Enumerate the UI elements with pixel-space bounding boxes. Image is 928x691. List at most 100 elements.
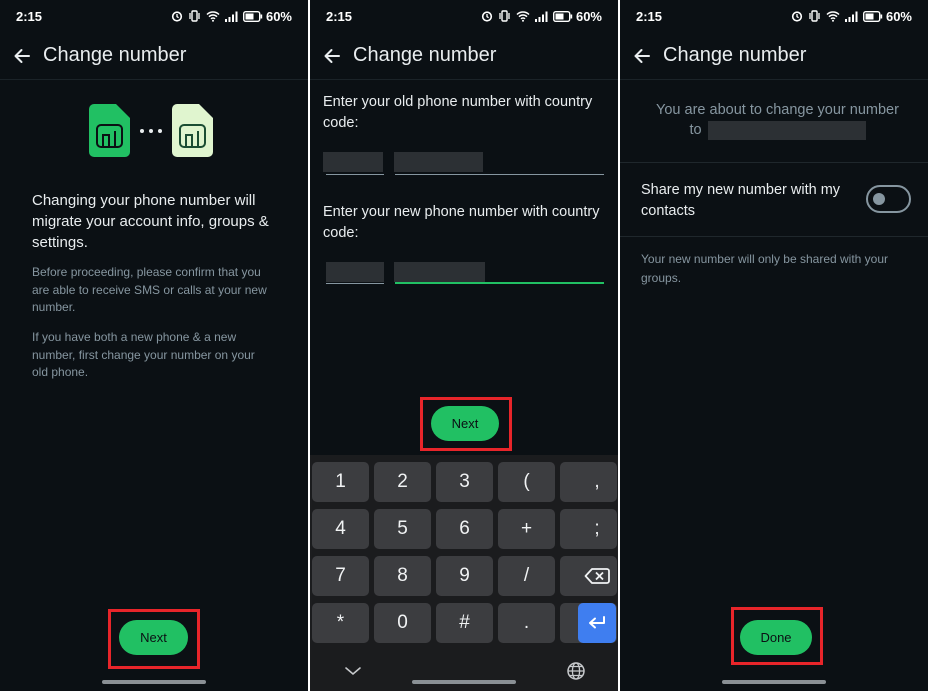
status-time: 2:15	[636, 8, 663, 24]
change-summary: You are about to change your number to	[650, 100, 905, 140]
redacted-value	[394, 262, 485, 282]
keyboard-collapse-icon[interactable]	[344, 666, 362, 676]
field-underline-focused	[395, 282, 604, 284]
old-number-label: Enter your old phone number with country…	[323, 94, 593, 131]
key-semicolon[interactable]: ;	[578, 509, 616, 549]
key-period[interactable]: .	[498, 603, 555, 643]
field-underline	[326, 174, 384, 175]
page-title: Change number	[663, 44, 807, 66]
gesture-nav-bar[interactable]	[412, 680, 516, 684]
key-slash[interactable]: /	[498, 556, 555, 596]
battery-icon	[552, 10, 573, 22]
battery-level: 60%	[575, 8, 602, 24]
page-title: Change number	[43, 44, 187, 66]
enter-key[interactable]	[578, 603, 616, 643]
status-icons: 60%	[481, 9, 602, 24]
share-number-label: Share my new number with my contacts	[641, 182, 841, 219]
signal-icon	[844, 11, 858, 22]
divider	[620, 162, 928, 163]
screen-confirm-change: 2:15 60% Change number You are about to …	[620, 0, 928, 691]
key-7[interactable]: 7	[312, 556, 369, 596]
status-bar: 2:15 60%	[310, 0, 618, 32]
key-plus[interactable]: +	[498, 509, 555, 549]
intro-main-text: Changing your phone number will migrate …	[32, 192, 269, 251]
new-number-label: Enter your new phone number with country…	[323, 204, 600, 241]
battery-indicator: 60%	[552, 8, 602, 24]
back-arrow-icon[interactable]	[630, 44, 654, 68]
vibrate-icon	[499, 10, 510, 22]
battery-icon	[242, 10, 263, 22]
battery-icon	[862, 10, 883, 22]
alarm-icon	[791, 11, 803, 22]
field-underline	[326, 283, 384, 284]
keyboard-bottom-bar	[310, 650, 618, 691]
divider	[620, 236, 928, 237]
key-open-paren[interactable]: (	[498, 462, 555, 502]
key-0[interactable]: 0	[374, 603, 431, 643]
vibrate-icon	[189, 10, 200, 22]
sim-card-icon	[89, 104, 130, 157]
back-arrow-icon[interactable]	[320, 44, 344, 68]
app-bar: Change number	[310, 32, 618, 80]
key-asterisk[interactable]: *	[312, 603, 369, 643]
key-comma[interactable]: ,	[578, 462, 616, 502]
sim-card-icon	[172, 104, 213, 157]
battery-indicator: 60%	[242, 8, 292, 24]
backspace-icon	[584, 568, 610, 584]
key-6[interactable]: 6	[436, 509, 493, 549]
key-3[interactable]: 3	[436, 462, 493, 502]
share-number-toggle[interactable]	[866, 185, 911, 213]
status-bar: 2:15 60%	[620, 0, 928, 32]
key-9[interactable]: 9	[436, 556, 493, 596]
enter-icon	[589, 616, 605, 629]
change-summary-line: You are about to change your number	[656, 102, 899, 118]
key-5[interactable]: 5	[374, 509, 431, 549]
done-button[interactable]: Done	[740, 620, 812, 655]
app-bar: Change number	[620, 32, 928, 80]
key-hash[interactable]: #	[436, 603, 493, 643]
ellipsis-dots	[140, 128, 162, 133]
wifi-icon	[826, 11, 840, 22]
back-arrow-icon[interactable]	[10, 44, 34, 68]
key-4[interactable]: 4	[312, 509, 369, 549]
signal-icon	[534, 11, 548, 22]
battery-level: 60%	[885, 8, 912, 24]
battery-level: 60%	[265, 8, 292, 24]
status-bar: 2:15 60%	[0, 0, 308, 32]
signal-icon	[224, 11, 238, 22]
intro-paragraph-confirm: Before proceeding, please confirm that y…	[32, 265, 267, 314]
wifi-icon	[516, 11, 530, 22]
screen-change-number-intro: 2:15 60% Change number Changing your pho…	[0, 0, 308, 691]
app-bar: Change number	[0, 32, 308, 80]
key-1[interactable]: 1	[312, 462, 369, 502]
wifi-icon	[206, 11, 220, 22]
sim-swap-illustration	[88, 103, 214, 158]
next-button[interactable]: Next	[431, 406, 499, 441]
key-2[interactable]: 2	[374, 462, 431, 502]
screen-enter-numbers: 2:15 60% Change number Enter your old ph…	[310, 0, 618, 691]
backspace-key[interactable]	[578, 556, 616, 596]
numeric-keyboard: 1 2 3 ( ) ,456+-;789/N*0#.	[310, 455, 618, 691]
redacted-value	[394, 152, 483, 172]
toggle-knob	[873, 193, 885, 205]
globe-icon[interactable]	[566, 661, 586, 681]
redacted-new-number	[707, 120, 866, 140]
next-button[interactable]: Next	[119, 620, 188, 655]
key-8[interactable]: 8	[374, 556, 431, 596]
change-summary-to: to	[689, 122, 702, 138]
redacted-value	[323, 152, 383, 172]
page-title: Change number	[353, 44, 497, 66]
battery-indicator: 60%	[862, 8, 912, 24]
redacted-value	[326, 262, 384, 282]
change-summary-target: to	[650, 120, 905, 140]
alarm-icon	[481, 11, 493, 22]
status-icons: 60%	[171, 9, 292, 24]
status-icons: 60%	[791, 9, 912, 24]
field-underline	[395, 174, 604, 175]
gesture-nav-bar[interactable]	[102, 680, 206, 684]
status-time: 2:15	[16, 8, 43, 24]
gesture-nav-bar[interactable]	[722, 680, 826, 684]
intro-paragraph-old-phone: If you have both a new phone & a new num…	[32, 330, 255, 379]
vibrate-icon	[809, 10, 820, 22]
share-note: Your new number will only be shared with…	[641, 252, 889, 285]
